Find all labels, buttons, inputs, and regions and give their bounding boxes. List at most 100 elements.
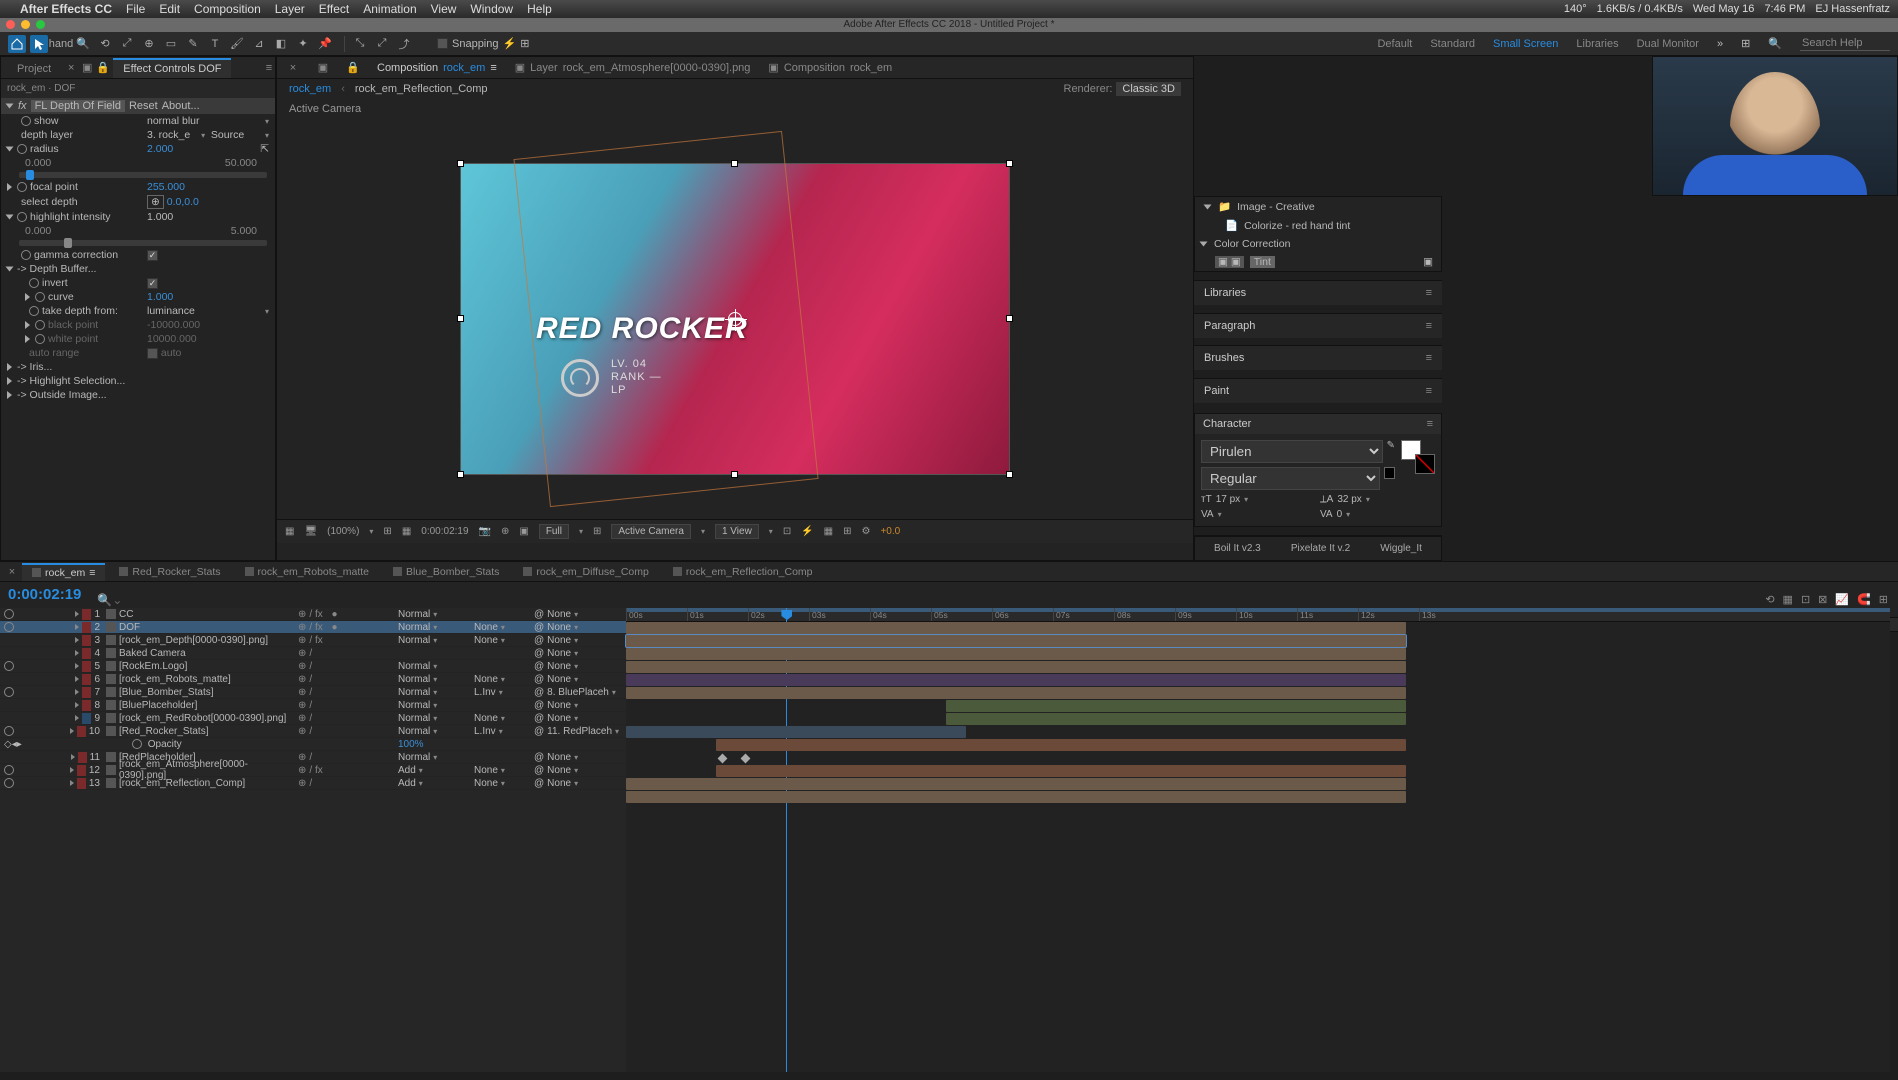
- vf-camera-dropdown[interactable]: Active Camera: [611, 524, 691, 539]
- handle-se[interactable]: [1006, 471, 1013, 478]
- track-row[interactable]: [626, 700, 1890, 713]
- snapping-toggle[interactable]: Snapping ⚡ ⊞: [437, 37, 529, 50]
- tl-shy-icon[interactable]: ⟲: [1765, 593, 1774, 606]
- vf-timecode[interactable]: 0:00:02:19: [421, 526, 468, 537]
- tab-square-icon[interactable]: ▣: [81, 62, 93, 74]
- layer-row[interactable]: 9[rock_em_RedRobot[0000-0390].png]⊕/ Nor…: [0, 712, 626, 725]
- paint-collapse[interactable]: Paint≡: [1194, 378, 1442, 403]
- ws-reset-icon[interactable]: ⊞: [1741, 37, 1750, 50]
- vf-channel-icon[interactable]: ▦: [402, 526, 411, 537]
- tl-mb-icon[interactable]: ⊠: [1818, 593, 1827, 606]
- vf-snapshot-icon[interactable]: 📷: [479, 526, 491, 537]
- menu-layer[interactable]: Layer: [275, 2, 305, 16]
- expand-icon[interactable]: [70, 767, 74, 773]
- fx-about[interactable]: About...: [162, 100, 200, 112]
- track-row[interactable]: [626, 687, 1890, 700]
- track-row[interactable]: [626, 791, 1890, 804]
- pickwhip-icon[interactable]: @: [534, 752, 544, 763]
- close-tab-icon[interactable]: ×: [6, 566, 18, 578]
- layer-row[interactable]: 11[RedPlaceholder]⊕/ Normal▾@None▾: [0, 751, 626, 764]
- vf-res-dropdown[interactable]: Full: [539, 524, 569, 539]
- app-name[interactable]: After Effects CC: [20, 2, 112, 16]
- handle-s[interactable]: [731, 471, 738, 478]
- vf-res-icon[interactable]: ⊞: [383, 526, 391, 537]
- stopwatch-icon[interactable]: [21, 116, 31, 126]
- track-row[interactable]: [626, 726, 1890, 739]
- expand-icon[interactable]: [75, 611, 79, 617]
- expand-icon[interactable]: [25, 335, 30, 343]
- pickwhip-icon[interactable]: @: [534, 622, 544, 633]
- layer-search-icon[interactable]: 🔍⌄: [97, 593, 122, 607]
- expand-icon[interactable]: [71, 754, 75, 760]
- crosshair-icon[interactable]: ⊕: [147, 195, 164, 209]
- crumb-parent[interactable]: rock_em_Reflection_Comp: [355, 83, 488, 95]
- puppet-tool-icon[interactable]: 📌: [316, 35, 334, 53]
- fx-reset[interactable]: Reset: [129, 100, 158, 112]
- expand-icon[interactable]: [7, 363, 12, 371]
- tl-tab-3[interactable]: Blue_Bomber_Stats: [383, 564, 509, 580]
- ws-overflow-icon[interactable]: »: [1717, 38, 1723, 50]
- stopwatch-icon[interactable]: [17, 182, 27, 192]
- expand-icon[interactable]: [75, 702, 79, 708]
- tl-snap-icon[interactable]: 🧲: [1857, 593, 1871, 606]
- focal-point-value[interactable]: 255.000: [147, 181, 269, 193]
- expand-icon[interactable]: [75, 689, 79, 695]
- expand-icon[interactable]: [70, 728, 74, 734]
- expand-icon[interactable]: [75, 663, 79, 669]
- home-icon[interactable]: [8, 35, 26, 53]
- expand-icon[interactable]: [75, 715, 79, 721]
- pen-tool-icon[interactable]: ✎: [184, 35, 202, 53]
- tab-project[interactable]: Project: [7, 58, 61, 78]
- fx-header[interactable]: fx FL Depth Of Field Reset About...: [1, 98, 275, 114]
- layer-row[interactable]: 2DOF⊕/ fx ●Normal▾None▾@None▾: [0, 621, 626, 634]
- preset-new-icon[interactable]: ▣: [1423, 256, 1433, 268]
- eye-icon[interactable]: [4, 687, 14, 697]
- snapping-checkbox[interactable]: [437, 38, 448, 49]
- vf-region-icon[interactable]: ▣: [519, 526, 528, 537]
- text-tool-icon[interactable]: T: [206, 35, 224, 53]
- expand-icon[interactable]: [75, 637, 79, 643]
- track-row[interactable]: [626, 765, 1890, 778]
- comp-frame[interactable]: RED ROCKER LV. 04 RANK — LP: [461, 164, 1009, 474]
- track-row[interactable]: [626, 661, 1890, 674]
- auto-checkbox[interactable]: [147, 348, 158, 359]
- rect-tool-icon[interactable]: ▭: [162, 35, 180, 53]
- search-help-input[interactable]: Search Help: [1800, 36, 1890, 51]
- preset-group[interactable]: Image - Creative: [1237, 201, 1315, 213]
- pickwhip-icon[interactable]: @: [534, 674, 544, 685]
- expand-icon[interactable]: [1204, 204, 1212, 209]
- depth-layer-dropdown[interactable]: 3. rock_e: [147, 129, 201, 141]
- take-depth-dropdown[interactable]: luminance: [147, 305, 256, 317]
- vf-zoom[interactable]: (100%): [327, 526, 359, 537]
- invert-checkbox[interactable]: [147, 278, 158, 289]
- radius-slider[interactable]: [19, 172, 267, 178]
- pickwhip-icon[interactable]: @: [534, 713, 544, 724]
- panel-menu-icon[interactable]: ≡: [1427, 418, 1433, 430]
- close-tab-icon[interactable]: ×: [287, 62, 299, 74]
- hand-tool-icon[interactable]: hand: [52, 35, 70, 53]
- comp-tab-1[interactable]: Composition rock_em ≡: [377, 62, 497, 74]
- cc-header[interactable]: Color Correction: [1214, 238, 1290, 250]
- pickwhip-icon[interactable]: @: [534, 648, 544, 659]
- expand-icon[interactable]: [6, 267, 14, 272]
- tl-graph-icon[interactable]: 📈: [1835, 593, 1849, 606]
- gamma-checkbox[interactable]: [147, 250, 158, 261]
- handle-ne[interactable]: [1006, 160, 1013, 167]
- menu-view[interactable]: View: [431, 2, 457, 16]
- vf-exposure[interactable]: +0.0: [880, 526, 900, 537]
- ws-dual-monitor[interactable]: Dual Monitor: [1637, 38, 1699, 50]
- pickwhip-icon[interactable]: @: [534, 687, 544, 698]
- expand-icon[interactable]: [7, 391, 12, 399]
- vf-grid-icon[interactable]: ▦: [285, 526, 294, 537]
- eye-icon[interactable]: [4, 765, 14, 775]
- eyedropper-icon[interactable]: ✎: [1387, 440, 1395, 467]
- menu-window[interactable]: Window: [470, 2, 513, 16]
- vf-views-dropdown[interactable]: 1 View: [715, 524, 759, 539]
- stopwatch-icon[interactable]: [17, 212, 27, 222]
- plugin-pixelate[interactable]: Pixelate It v.2: [1291, 543, 1350, 554]
- vf-alpha-icon[interactable]: ▦: [824, 526, 833, 537]
- traffic-lights[interactable]: [6, 20, 45, 29]
- tl-opts-icon[interactable]: ⊞: [1879, 593, 1888, 606]
- style-dropdown[interactable]: Regular: [1201, 467, 1380, 490]
- tab-sq-icon[interactable]: ▣: [317, 62, 329, 74]
